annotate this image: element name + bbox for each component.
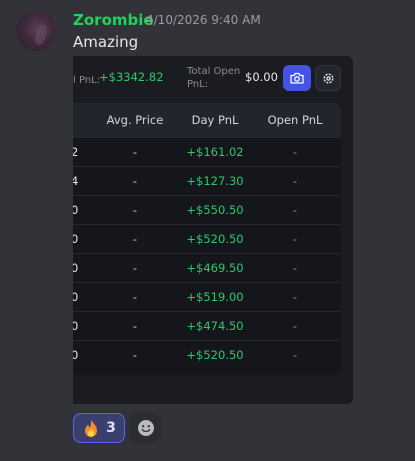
cell-open-pnl: - xyxy=(292,261,298,275)
cell-avg-price: - xyxy=(132,232,138,246)
cell-qty: 0 xyxy=(73,203,79,217)
fire-icon xyxy=(85,419,98,437)
cell-day-pnl: +$127.30 xyxy=(186,174,244,188)
cell-avg-price: - xyxy=(132,290,138,304)
cell-open-pnl: - xyxy=(292,290,298,304)
cell-qty: 2 xyxy=(73,145,79,159)
cell-qty: 0 xyxy=(73,261,79,275)
cell-avg-price: - xyxy=(132,261,138,275)
cell-qty: 0 xyxy=(73,290,79,304)
cell-avg-price: - xyxy=(132,203,138,217)
cell-avg-price: - xyxy=(132,145,138,159)
cell-qty: 0 xyxy=(73,319,79,333)
table-row: 0 - +$474.50 - xyxy=(73,311,341,340)
add-reaction-button[interactable] xyxy=(130,413,162,443)
total-pnl-label: l PnL: xyxy=(73,75,101,86)
screenshot-button[interactable] xyxy=(283,65,311,91)
table-row: 0 - +$520.50 - xyxy=(73,340,341,369)
cell-avg-price: - xyxy=(132,348,138,362)
table-row: 4 - +$127.30 - xyxy=(73,166,341,195)
total-pnl-value: +$3342.82 xyxy=(99,70,164,84)
cell-day-pnl: +$520.50 xyxy=(186,348,244,362)
cell-qty: 0 xyxy=(73,232,79,246)
cell-day-pnl: +$519.00 xyxy=(186,290,244,304)
total-open-pnl-value: $0.00 xyxy=(245,70,278,84)
cell-day-pnl: +$469.50 xyxy=(186,261,244,275)
message-timestamp: 4/10/2026 9:40 AM xyxy=(146,13,261,27)
cell-qty: 0 xyxy=(73,348,79,362)
cell-avg-price: - xyxy=(132,174,138,188)
cell-open-pnl: - xyxy=(292,174,298,188)
user-avatar[interactable] xyxy=(16,11,56,51)
reaction-count: 3 xyxy=(106,420,116,436)
gear-icon xyxy=(322,72,334,84)
pnl-embed-image[interactable]: l PnL: +$3342.82 Total Open PnL: $0.00 A… xyxy=(73,56,353,404)
reaction-fire[interactable]: 3 xyxy=(73,413,125,443)
smiley-icon xyxy=(138,420,154,436)
cell-open-pnl: - xyxy=(292,348,298,362)
table-header: Avg. Price Day PnL Open PnL xyxy=(73,103,341,137)
camera-icon xyxy=(290,72,304,84)
table-row: 0 - +$469.50 - xyxy=(73,253,341,282)
header-open-pnl: Open PnL xyxy=(267,113,323,127)
cell-avg-price: - xyxy=(132,319,138,333)
cell-open-pnl: - xyxy=(292,203,298,217)
table-row: 2 - +$161.02 - xyxy=(73,137,341,166)
cell-qty: 4 xyxy=(73,174,79,188)
total-open-pnl-label: Total Open PnL: xyxy=(187,66,241,90)
cell-day-pnl: +$474.50 xyxy=(186,319,244,333)
header-day-pnl: Day PnL xyxy=(191,113,239,127)
cell-open-pnl: - xyxy=(292,145,298,159)
cell-open-pnl: - xyxy=(292,319,298,333)
positions-table: Avg. Price Day PnL Open PnL 2 - +$161.02… xyxy=(73,103,341,375)
table-row: 0 - +$550.50 - xyxy=(73,195,341,224)
username[interactable]: Zorombie xyxy=(73,11,154,29)
table-row: 0 - +$519.00 - xyxy=(73,282,341,311)
cell-day-pnl: +$550.50 xyxy=(186,203,244,217)
cell-open-pnl: - xyxy=(292,232,298,246)
header-avg-price: Avg. Price xyxy=(106,113,164,127)
settings-button[interactable] xyxy=(315,65,341,91)
cell-day-pnl: +$520.50 xyxy=(186,232,244,246)
cell-day-pnl: +$161.02 xyxy=(186,145,244,159)
table-row: 0 - +$520.50 - xyxy=(73,224,341,253)
message-text: Amazing xyxy=(73,33,139,51)
